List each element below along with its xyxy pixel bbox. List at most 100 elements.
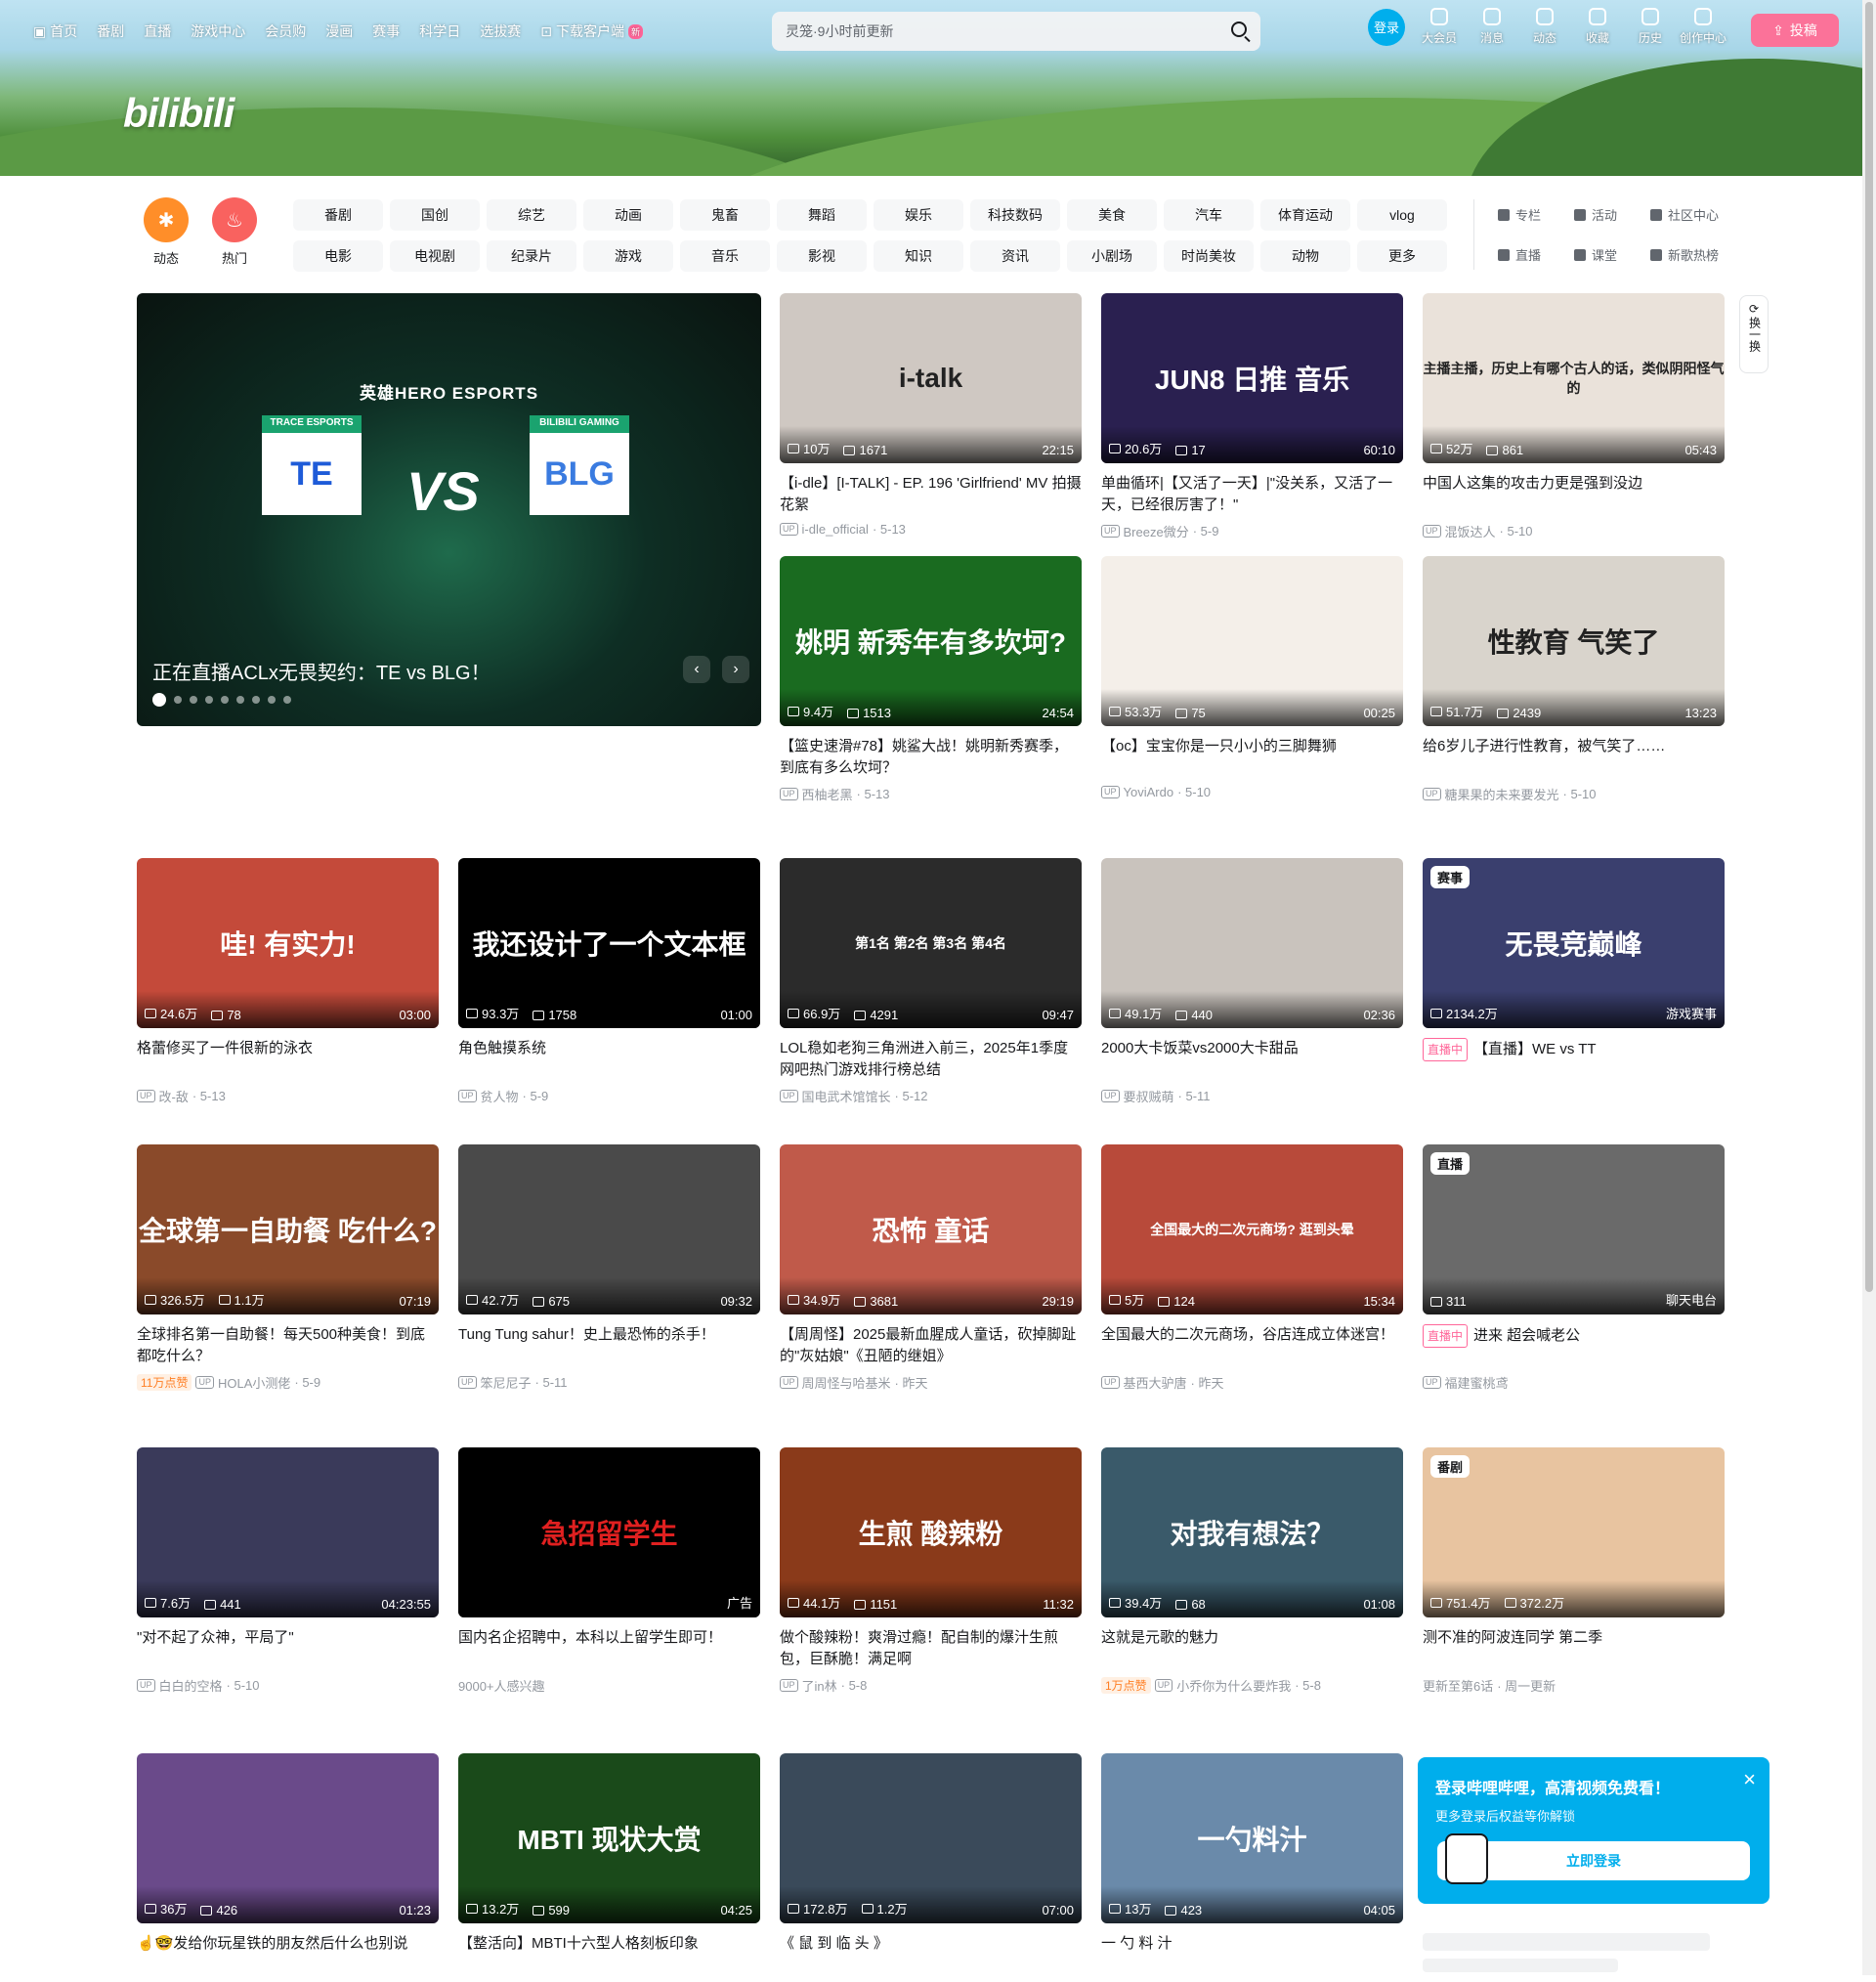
video-thumbnail[interactable]: 172.8万 1.2万 07:00 (780, 1753, 1082, 1923)
nav-item[interactable]: 选拔赛 (470, 22, 531, 41)
video-card[interactable]: 36万 426 01:23 ☝️🤓发给你玩星铁的朋友然后什么也别说 (137, 1753, 439, 1982)
channel-tag[interactable]: 动物 (1260, 240, 1350, 272)
carousel-dot[interactable] (268, 696, 276, 704)
nav-item[interactable]: 直播 (134, 22, 181, 41)
channel-tag[interactable]: 国创 (390, 199, 480, 231)
video-card[interactable]: 主播主播，历史上有哪个古人的话，类似阴阳怪气的 52万 861 05:43 中国人这集的… (1423, 293, 1725, 540)
uploader-name[interactable]: 小乔你为什么要炸我 (1176, 1676, 1291, 1695)
video-card[interactable]: 7.6万 441 04:23:55 "对不起了众神，平局了" UP 白白的空格 · 5-10 (137, 1447, 439, 1695)
nav-right-item[interactable]: 历史 (1624, 8, 1677, 46)
nav-item[interactable]: ▣ 首页 (23, 22, 87, 41)
nav-item[interactable]: 科学日 (409, 22, 470, 41)
carousel-dot[interactable] (174, 696, 182, 704)
channel-tag[interactable]: 体育运动 (1260, 199, 1350, 231)
carousel-dot[interactable] (152, 693, 166, 707)
uploader-name[interactable]: YoviArdo (1124, 785, 1174, 799)
channel-tag[interactable]: 更多 (1357, 240, 1447, 272)
video-card[interactable]: 姚明 新秀年有多坎坷? 9.4万 1513 24:54 【篮史速滑#78】姚鲨大战！姚明… (780, 556, 1082, 803)
channel-tag[interactable]: 科技数码 (970, 199, 1060, 231)
nav-item[interactable]: 漫画 (316, 22, 362, 41)
channel-tag[interactable]: 番剧 (293, 199, 383, 231)
video-card[interactable]: 一勺料汁 13万 423 04:05 一 勺 料 汁 (1101, 1753, 1403, 1982)
video-title[interactable]: LOL稳如老狗三角洲进入前三，2025年1季度网吧热门游戏排行榜总结 (780, 1038, 1082, 1081)
video-title[interactable]: 测不准的阿波连同学 第二季 (1423, 1627, 1725, 1670)
video-card[interactable]: 哇! 有实力! 24.6万 78 03:00 格蕾修买了一件很新的泳衣 UP 改-敌 · 5-… (137, 858, 439, 1105)
video-card[interactable]: 直播 311 聊天电台 直播中 进来 超会喊老公 UP 福建蜜桃鸢 (1423, 1144, 1725, 1392)
uploader-name[interactable]: 基西大驴唐 (1124, 1373, 1187, 1392)
channel-tag[interactable]: 时尚美妆 (1164, 240, 1254, 272)
video-card[interactable]: i-talk 10万 1671 22:15 【i-dle】[I-TALK] - EP. … (780, 293, 1082, 537)
video-card[interactable]: 无畏竞巅峰 赛事 2134.2万 游戏赛事 直播中 【直播】WE vs TT (1423, 858, 1725, 1087)
nav-item[interactable]: 番剧 (87, 22, 134, 41)
video-card[interactable]: 生煎 酸辣粉 44.1万 1151 11:32 做个酸辣粉！爽滑过瘾！配自制的爆汁生煎包… (780, 1447, 1082, 1695)
uploader-name[interactable]: 福建蜜桃鸢 (1445, 1373, 1509, 1392)
channel-tag[interactable]: 资讯 (970, 240, 1060, 272)
video-title[interactable]: 【oc】宝宝你是一只小小的三脚舞狮 (1101, 736, 1403, 779)
video-card[interactable]: 番剧 751.4万 372.2万 测不准的阿波连同学 第二季 更新至第6话 · 周一更新 (1423, 1447, 1725, 1695)
video-thumbnail[interactable]: 第1名 第2名 第3名 第4名 66.9万 4291 09:47 (780, 858, 1082, 1028)
video-title[interactable]: 一 勺 料 汁 (1101, 1933, 1403, 1976)
uploader-name[interactable]: 国电武术馆馆长 (802, 1087, 891, 1105)
video-card[interactable]: 对我有想法？ 39.4万 68 01:08 这就是元歌的魅力 1万点赞 UP 小乔你为什么要炸… (1101, 1447, 1403, 1695)
channel-tag[interactable]: 知识 (874, 240, 963, 272)
video-thumbnail[interactable]: 直播 311 聊天电台 (1423, 1144, 1725, 1314)
carousel-dot[interactable] (236, 696, 244, 704)
video-title[interactable]: 《 鼠 到 临 头 》 (780, 1933, 1082, 1976)
carousel-title[interactable]: 正在直播ACLx无畏契约：TE vs BLG！ (152, 657, 490, 685)
video-thumbnail[interactable]: i-talk 10万 1671 22:15 (780, 293, 1082, 463)
video-card[interactable]: 性教育 气笑了 51.7万 2439 13:23 给6岁儿子进行性教育，被气笑了…… UP… (1423, 556, 1725, 803)
uploader-name[interactable]: i-dle_official (802, 522, 869, 537)
video-thumbnail[interactable]: 36万 426 01:23 (137, 1753, 439, 1923)
nav-right-item[interactable]: 消息 (1466, 8, 1518, 46)
nav-item[interactable]: ⊡ 下载客户端新 (531, 22, 653, 41)
uploader-name[interactable]: 改-敌 (159, 1087, 189, 1105)
carousel-dot[interactable] (252, 696, 260, 704)
uploader-name[interactable]: 周周怪与哈基米 (802, 1373, 891, 1392)
carousel-next-button[interactable]: › (722, 656, 749, 683)
login-avatar-button[interactable]: 登录 (1368, 8, 1405, 46)
video-thumbnail[interactable]: 一勺料汁 13万 423 04:05 (1101, 1753, 1403, 1923)
channel-tag[interactable]: 娱乐 (874, 199, 963, 231)
nav-item[interactable]: 赛事 (362, 22, 409, 41)
channel-tag[interactable]: 影视 (777, 240, 867, 272)
video-title[interactable]: 直播中 进来 超会喊老公 (1423, 1324, 1725, 1367)
video-title[interactable]: 角色触摸系统 (458, 1038, 760, 1081)
video-title[interactable]: "对不起了众神，平局了" (137, 1627, 439, 1670)
video-card[interactable]: 49.1万 440 02:36 2000大卡饭菜vs2000大卡甜品 UP 要叔贼萌 · 5… (1101, 858, 1403, 1105)
video-thumbnail[interactable]: 7.6万 441 04:23:55 (137, 1447, 439, 1617)
video-title[interactable]: 【i-dle】[I-TALK] - EP. 196 'Girlfriend' M… (780, 473, 1082, 516)
video-thumbnail[interactable]: MBTI 现状大赏 13.2万 599 04:25 (458, 1753, 760, 1923)
refresh-button[interactable]: ⟳ 换一换 (1739, 295, 1769, 373)
video-thumbnail[interactable]: 我还设计了一个文本框 93.3万 1758 01:00 (458, 858, 760, 1028)
close-icon[interactable]: × (1743, 1767, 1756, 1792)
video-card[interactable]: 恐怖 童话 34.9万 3681 29:19 【周周怪】2025最新血腥成人童话，砍掉脚… (780, 1144, 1082, 1392)
video-title[interactable]: 2000大卡饭菜vs2000大卡甜品 (1101, 1038, 1403, 1081)
video-card[interactable]: 全球第一自助餐 吃什么? 326.5万 1.1万 07:19 全球排名第一自助餐！每天5… (137, 1144, 439, 1392)
channel-tag[interactable]: 美食 (1067, 199, 1157, 231)
carousel-dot[interactable] (283, 696, 291, 704)
channel-dynamic[interactable]: ✱ 动态 (137, 197, 195, 267)
video-thumbnail[interactable]: 全国最大的二次元商场? 逛到头晕 5万 124 15:34 (1101, 1144, 1403, 1314)
scrollbar-thumb[interactable] (1865, 2, 1873, 1292)
video-title[interactable]: 全国最大的二次元商场，谷店连成立体迷宫！ (1101, 1324, 1403, 1367)
video-title[interactable]: 单曲循环|【又活了一天】|"没关系，又活了一天，已经很厉害了！" (1101, 473, 1403, 516)
nav-right-item[interactable]: 大会员 (1413, 8, 1466, 46)
channel-tag[interactable]: 电视剧 (390, 240, 480, 272)
nav-right-item[interactable]: 收藏 (1571, 8, 1624, 46)
video-title[interactable]: 这就是元歌的魅力 (1101, 1627, 1403, 1670)
video-title[interactable]: 给6岁儿子进行性教育，被气笑了…… (1423, 736, 1725, 779)
channel-tag[interactable]: 动画 (583, 199, 673, 231)
uploader-name[interactable]: 要叔贼萌 (1124, 1087, 1174, 1105)
uploader-name[interactable]: HOLA小测佬 (218, 1373, 290, 1392)
video-card[interactable]: 172.8万 1.2万 07:00 《 鼠 到 临 头 》 (780, 1753, 1082, 1982)
channel-hot[interactable]: ♨ 热门 (205, 197, 264, 267)
video-card[interactable]: JUN8 日推 音乐 20.6万 17 60:10 单曲循环|【又活了一天】|"没关系，… (1101, 293, 1403, 540)
video-card[interactable]: 全国最大的二次元商场? 逛到头晕 5万 124 15:34 全国最大的二次元商场，谷店连… (1101, 1144, 1403, 1392)
carousel-dot[interactable] (190, 696, 197, 704)
carousel-prev-button[interactable]: ‹ (683, 656, 710, 683)
carousel-dot[interactable] (205, 696, 213, 704)
video-title[interactable]: 全球排名第一自助餐！每天500种美食！到底都吃什么？ (137, 1324, 439, 1367)
video-thumbnail[interactable]: 急招留学生 广告 (458, 1447, 760, 1617)
video-thumbnail[interactable]: 主播主播，历史上有哪个古人的话，类似阴阳怪气的 52万 861 05:43 (1423, 293, 1725, 463)
nav-item[interactable]: 游戏中心 (181, 22, 255, 41)
